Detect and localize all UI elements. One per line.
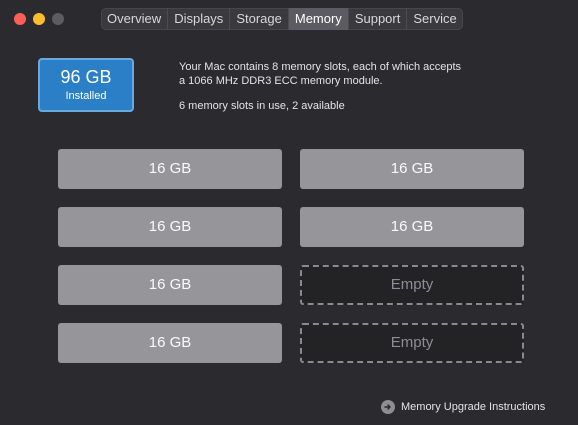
slot-usage-text: 6 memory slots in use, 2 available [179,100,345,112]
description-line-2: a 1066 MHz DDR3 ECC memory module. [179,75,383,87]
arrow-right-circle-icon [381,400,395,414]
memory-slot: 16 GB [300,207,524,247]
tab-storage[interactable]: Storage [230,8,289,30]
memory-slot: 16 GB [58,265,282,305]
close-button[interactable] [14,13,26,25]
memory-slot-empty: Empty [300,323,524,363]
zoom-button[interactable] [52,13,64,25]
tab-service[interactable]: Service [407,8,462,30]
memory-upgrade-link[interactable]: Memory Upgrade Instructions [381,399,545,415]
memory-upgrade-label: Memory Upgrade Instructions [401,401,546,413]
installed-memory-badge: 96 GB Installed [38,58,134,112]
memory-description: Your Mac contains 8 memory slots, each o… [179,60,499,88]
memory-slot: 16 GB [58,323,282,363]
memory-slot: 16 GB [300,149,524,189]
title-bar: Overview Displays Storage Memory Support… [0,0,578,36]
memory-slot: 16 GB [58,149,282,189]
tab-overview[interactable]: Overview [101,8,169,30]
minimize-button[interactable] [33,13,45,25]
description-line-1: Your Mac contains 8 memory slots, each o… [179,61,462,73]
tab-displays[interactable]: Displays [168,8,231,30]
tab-support[interactable]: Support [349,8,408,30]
installed-label: Installed [65,90,107,102]
tab-memory[interactable]: Memory [288,8,349,30]
memory-slot: 16 GB [58,207,282,247]
installed-amount: 96 GB [60,67,112,87]
tab-bar: Overview Displays Storage Memory Support… [101,8,463,30]
memory-slot-empty: Empty [300,265,524,305]
